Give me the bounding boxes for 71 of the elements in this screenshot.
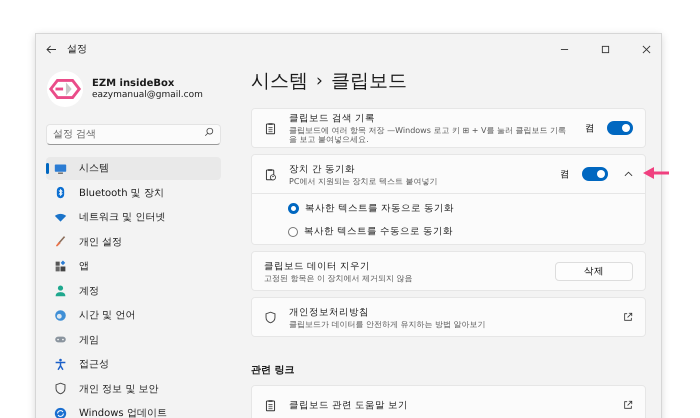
setting-title: 장치 간 동기화 <box>289 162 356 176</box>
setting-description: 고정된 항목은 이 장치에서 제거되지 않음 <box>264 274 414 283</box>
sidebar-item[interactable]: Bluetooth 및 장치 <box>46 182 221 204</box>
clipboard-icon <box>264 122 277 135</box>
breadcrumb-separator: › <box>316 71 323 91</box>
sidebar-item[interactable]: Windows 업데이트 <box>46 402 221 418</box>
selection-indicator <box>46 163 49 174</box>
sidebar-label: Windows 업데이트 <box>79 407 167 418</box>
link-card[interactable]: 클립보드 관련 도움말 보기 <box>251 385 646 418</box>
sidebar-item[interactable]: 앱 <box>46 255 221 278</box>
globe-clock-icon <box>54 308 67 322</box>
accessibility-icon <box>54 358 67 371</box>
maximize-icon[interactable] <box>601 44 610 54</box>
sidebar-item[interactable]: 계정 <box>46 280 221 302</box>
sidebar-label: 시스템 <box>79 162 109 176</box>
setting-title: 클립보드 검색 기록 <box>289 112 376 125</box>
external-link-icon[interactable] <box>623 312 633 322</box>
radio-button[interactable] <box>288 226 298 237</box>
sidebar-item[interactable]: 접근성 <box>46 353 221 376</box>
avatar-logo-icon <box>46 70 84 108</box>
setting-description: 클립보드에 여러 항목 저장 —Windows 로고 키 ⊞ + V를 눌러 클립보드 기록을 보고 붙여넣으세요. <box>289 126 568 144</box>
window-title: 설정 <box>67 43 87 56</box>
radio-button[interactable] <box>288 203 299 214</box>
setting-title: 개인정보처리방침 <box>289 306 370 319</box>
sidebar-label: 계정 <box>79 284 99 298</box>
setting-title: 클립보드 데이터 지우기 <box>264 260 372 273</box>
toggle-switch[interactable] <box>582 167 608 182</box>
external-link-icon[interactable] <box>623 400 633 410</box>
toggle-switch[interactable] <box>607 121 633 136</box>
clipboard-icon <box>264 398 277 412</box>
sidebar-label: 앱 <box>79 260 89 274</box>
back-arrow-icon[interactable] <box>46 44 57 54</box>
section-heading: 관련 링크 <box>251 364 296 378</box>
sidebar-item[interactable]: 개인 설정 <box>46 230 221 253</box>
clipboard-sync-icon <box>264 168 277 181</box>
page-title: 클립보드 <box>330 69 407 94</box>
sidebar-item[interactable]: 네트워크 및 인터넷 <box>46 206 221 228</box>
profile-name: EZM insideBox <box>92 78 176 89</box>
toggle-state-label: 켬 <box>560 168 570 181</box>
sidebar-label: 개인 설정 <box>79 236 122 249</box>
sidebar-label: 시간 및 언어 <box>79 309 136 322</box>
sidebar-label: Bluetooth 및 장치 <box>79 186 164 200</box>
monitor-icon <box>54 162 67 175</box>
link-title: 클립보드 관련 도움말 보기 <box>289 398 410 412</box>
search-icon <box>204 127 214 137</box>
chevron-up-icon[interactable] <box>624 171 633 178</box>
toggle-state-label: 켬 <box>585 122 595 135</box>
annotation-arrow <box>643 166 669 180</box>
radio-label: 복사한 텍스트를 수동으로 동기화 <box>304 225 454 238</box>
setting-description: 클립보드가 데이터를 안전하게 유지하는 방법 알아보기 <box>289 320 487 329</box>
delete-button[interactable]: 삭제 <box>555 262 633 281</box>
sidebar-item[interactable]: 시스템 <box>46 157 221 180</box>
shield-icon <box>54 382 67 396</box>
setting-description: PC에서 지원되는 장치로 텍스트 붙여넣기 <box>289 176 439 186</box>
radio-label: 복사한 텍스트를 자동으로 동기화 <box>305 202 454 216</box>
apps-icon <box>54 260 67 273</box>
sidebar-item[interactable]: 게임 <box>46 328 221 351</box>
person-icon <box>54 284 67 298</box>
sidebar-label: 접근성 <box>79 358 109 372</box>
sidebar-item[interactable]: 개인 정보 및 보안 <box>46 378 221 400</box>
shield-icon <box>264 310 277 324</box>
sidebar-label: 네트워크 및 인터넷 <box>79 211 166 224</box>
brush-icon <box>54 235 67 248</box>
close-icon[interactable] <box>642 44 651 54</box>
bluetooth-icon <box>54 186 67 200</box>
search-field[interactable]: 설정 검색 <box>46 124 221 145</box>
profile-email: eazymanual@gmail.com <box>92 90 203 100</box>
breadcrumb-parent[interactable]: 시스템 <box>251 68 308 94</box>
sidebar-label: 게임 <box>79 334 99 347</box>
sidebar-item[interactable]: 시간 및 언어 <box>46 304 221 326</box>
sidebar-label: 개인 정보 및 보안 <box>79 382 159 396</box>
